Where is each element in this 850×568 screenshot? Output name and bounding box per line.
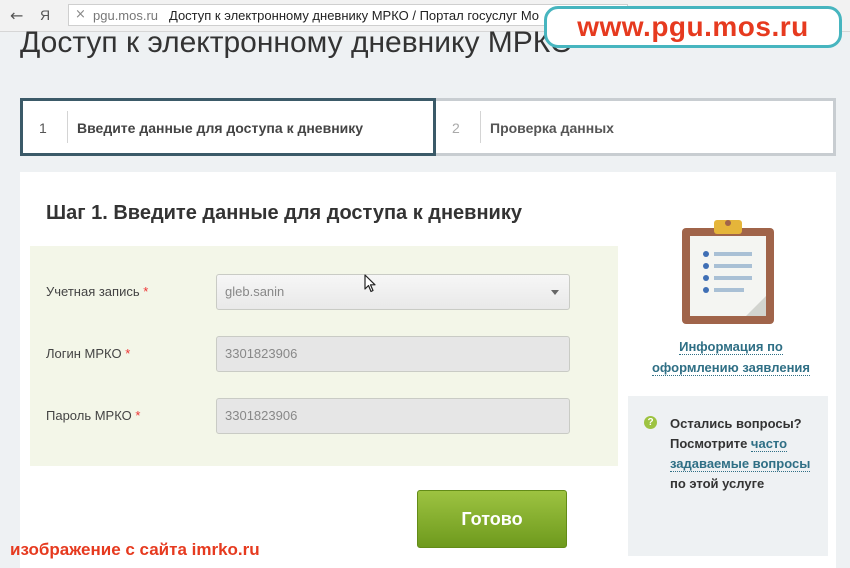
step-divider [67,111,68,143]
step-1-tab[interactable]: 1 Введите данные для доступа к дневнику [20,98,436,156]
step-label: Проверка данных [490,120,614,136]
login-input[interactable]: 3301823906 [216,336,570,372]
label-text: Учетная запись [46,284,140,299]
required-marker: * [135,408,141,423]
watermark-bottom-prefix: изображение с сайта [10,540,187,559]
step-number: 1 [39,120,47,136]
info-link-line-1[interactable]: Информация по [679,339,783,355]
login-field-label: Логин МРКО * [46,346,130,361]
back-arrow-icon[interactable]: ← [10,6,23,25]
watermark-top: www.pgu.mos.ru [544,6,842,48]
account-field-label: Учетная запись * [46,284,148,299]
page-title: Доступ к электронному дневнику МРКО [20,26,574,59]
faq-box: ? Остались вопросы? Посмотрите часто зад… [628,396,828,556]
step-progress-bar: 1 Введите данные для доступа к дневнику … [20,98,836,156]
form-card: Шаг 1. Введите данные для доступа к днев… [20,172,836,568]
chevron-down-icon[interactable] [551,290,559,295]
question-icon: ? [644,416,657,429]
info-link-line-2[interactable]: оформлению заявления [651,360,811,376]
step-2-tab[interactable]: 2 Проверка данных [436,98,836,156]
close-icon[interactable]: × [75,7,86,22]
url-domain: pgu.mos.ru [93,8,159,23]
label-text: Логин МРКО [46,346,122,361]
password-field-label: Пароль МРКО * [46,408,140,423]
required-marker: * [143,284,149,299]
watermark-bottom: изображение с сайта imrko.ru [10,540,260,560]
step-divider [480,111,481,143]
password-input[interactable]: 3301823906 [216,398,570,434]
step-number: 2 [452,120,460,136]
faq-text: Остались вопросы? Посмотрите часто задав… [670,414,820,494]
faq-text-end: по этой услуге [670,476,765,491]
url-page-title: Доступ к электронному дневнику МРКО / По… [169,8,540,23]
form-title: Шаг 1. Введите данные для доступа к днев… [46,202,522,224]
label-text: Пароль МРКО [46,408,132,423]
form-fields-area: Учетная запись * gleb.sanin Логин МРКО *… [30,246,618,466]
application-info-link[interactable]: Информация по оформлению заявления [646,336,816,378]
clipboard-icon [682,220,774,324]
required-marker: * [125,346,131,361]
watermark-bottom-site: imrko.ru [191,540,260,559]
account-select[interactable]: gleb.sanin [216,274,570,310]
yandex-logo[interactable]: Я [40,7,50,23]
step-label: Введите данные для доступа к дневнику [77,120,364,136]
mouse-cursor-icon [364,274,376,293]
submit-button[interactable]: Готово [417,490,567,548]
account-select-value: gleb.sanin [225,284,285,299]
